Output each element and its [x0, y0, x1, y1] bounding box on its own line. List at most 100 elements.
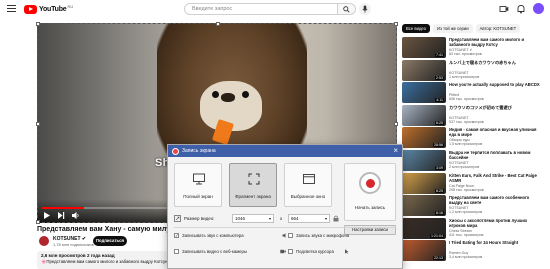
search-icon: [343, 6, 350, 13]
height-input[interactable]: 664 ▾: [288, 214, 330, 223]
recommendation-item[interactable]: 4:11 How you're actually supposed to play…: [402, 82, 548, 104]
account-avatar[interactable]: [533, 3, 544, 14]
video-duration: 8:25: [435, 188, 444, 193]
notifications-bell-icon[interactable]: [516, 4, 526, 14]
option-label: Запись звука с микрофона: [296, 233, 350, 238]
mode-label: Фрагмент экрана: [235, 194, 271, 199]
video-duration: 1:21:04: [430, 233, 444, 238]
video-thumbnail[interactable]: 4:11: [402, 82, 446, 104]
recommendation-views: 1,5 млн просмотров: [449, 142, 483, 147]
play-icon[interactable]: [43, 211, 51, 220]
chip-same-series[interactable]: Из той же серии: [433, 24, 473, 33]
video-thumbnail[interactable]: 22:13: [402, 240, 446, 262]
start-recording-label: Начать запись: [354, 205, 386, 210]
create-video-icon[interactable]: [499, 4, 509, 14]
video-thumbnail[interactable]: 6:25: [402, 104, 446, 126]
video-duration: 2:53: [435, 75, 444, 80]
region-select-icon: [248, 173, 260, 185]
youtube-logo[interactable]: YouTube RU: [24, 4, 73, 14]
video-size-row: Размер видео: 1046 ▾ x 664 ▾: [174, 214, 339, 224]
video-duration: 8:16: [435, 211, 444, 216]
mode-label: Полный экран: [183, 194, 213, 199]
checkbox[interactable]: ✓: [174, 233, 179, 238]
chevron-down-icon: ▾: [268, 216, 271, 221]
recommendation-item[interactable]: 8:25 Kitten Ears, Falk And Strike - Best …: [402, 172, 548, 194]
recommendation-title[interactable]: Представляем вам самого особенного выдру…: [449, 195, 543, 205]
recommendation-title[interactable]: Kitten Ears, Falk And Strike - Best Cat …: [449, 173, 543, 183]
video-thumbnail[interactable]: 8:16: [402, 195, 446, 217]
monitor-icon: [193, 173, 205, 185]
recommendation-item[interactable]: 22:13 I Tried Eating for 24 Hours Straigh…: [402, 240, 548, 262]
dialog-title-bar[interactable]: Запись экрана ×: [168, 145, 402, 157]
option-label: Подсветка курсора: [296, 249, 334, 254]
checkbox[interactable]: [174, 249, 179, 254]
recommendation-views: 836 тыс. просмотров: [449, 97, 484, 102]
recommendation-item[interactable]: 3:09 Выдра не терпится поплавать в новом …: [402, 150, 548, 171]
size-separator: x: [280, 216, 283, 221]
video-duration: 22:13: [433, 256, 444, 261]
width-value: 1046: [235, 216, 246, 221]
video-thumbnail[interactable]: 8:25: [402, 172, 446, 194]
next-icon[interactable]: [57, 211, 65, 220]
video-thumbnail[interactable]: 1:21:04: [402, 217, 446, 239]
recommendation-title[interactable]: Хиосы с аксолотлями против лучших игроко…: [449, 218, 543, 228]
subscriber-count: 1,78 млн подписчиков: [53, 242, 94, 247]
volume-icon[interactable]: [71, 211, 80, 220]
recorder-app-icon: [172, 147, 179, 155]
channel-avatar[interactable]: [39, 236, 49, 246]
screen-recorder-dialog: Запись экрана × Полный экран Фрагмент эк…: [167, 144, 403, 269]
video-thumbnail[interactable]: 2:53: [402, 59, 446, 81]
recommendation-title[interactable]: How you're actually supposed to play ABC…: [449, 82, 543, 87]
width-input[interactable]: 1046 ▾: [232, 214, 274, 223]
mode-full-screen[interactable]: Полный экран: [174, 163, 222, 207]
chip-all-videos[interactable]: Все видео: [402, 24, 431, 33]
video-size-label: Размер видео:: [184, 216, 215, 221]
menu-icon[interactable]: [7, 5, 16, 13]
description-text: 🌸Представляем вам самого милого и забавн…: [41, 259, 176, 264]
search-input[interactable]: Введите запрос: [184, 3, 338, 15]
video-thumbnail[interactable]: 3:09: [402, 150, 446, 171]
window-icon: [303, 174, 315, 184]
option-label: Записывать звук с компьютера: [182, 233, 244, 238]
recommendation-item[interactable]: 6:25 カワウソのコツメが初めて雪遊び KOTSUNET 537 тыс. прос…: [402, 104, 548, 126]
recommendation-title[interactable]: I Tried Eating for 24 Hours Straight: [449, 240, 543, 245]
recommendation-title[interactable]: Индия - самая опасная и вкусная уличная …: [449, 127, 543, 137]
option-label: Записывать видео с веб-камеры: [182, 249, 248, 254]
subscribe-button[interactable]: Подписаться: [93, 236, 127, 246]
logo-country: RU: [67, 4, 74, 9]
progress-fill: [42, 207, 84, 209]
search-button[interactable]: [338, 3, 356, 15]
recommendation-title[interactable]: ルンバ上で寝るカワウソの赤ちゃん: [449, 60, 543, 65]
aspect-lock-icon[interactable]: [333, 215, 339, 222]
video-duration: 7:41: [435, 53, 444, 57]
description-stats: 2,6 млн просмотров 2 года назад: [41, 253, 115, 258]
recommendation-item[interactable]: 2:53 ルンバ上で寝るカワウソの赤ちゃん KOTSUNET 1 млн просмо…: [402, 59, 548, 81]
mode-selected-window[interactable]: Выбранное окно: [284, 163, 332, 207]
recommendation-item[interactable]: 7:41 Представляем вам самого милого и заб…: [402, 37, 548, 58]
checkbox[interactable]: [288, 233, 293, 238]
microphone-icon: [362, 5, 368, 13]
mode-label: Выбранное окно: [290, 194, 326, 199]
chip-author[interactable]: Автор: KOTSUNET: [475, 24, 521, 33]
otter-nose: [221, 93, 235, 102]
recommendation-item[interactable]: 8:16 Представляем вам самого особенного в…: [402, 195, 548, 217]
video-thumbnail[interactable]: 28:56: [402, 127, 446, 149]
recommendation-views: 2 млн просмотров: [449, 165, 480, 169]
recommendation-title[interactable]: Представляем вам самого милого и забавно…: [449, 37, 543, 47]
close-icon[interactable]: ×: [393, 146, 398, 156]
recommendation-item[interactable]: 28:56 Индия - самая опасная и вкусная ули…: [402, 127, 548, 149]
video-thumbnail[interactable]: 7:41: [402, 37, 446, 58]
mode-screen-fragment[interactable]: Фрагмент экрана: [229, 163, 277, 207]
logo-text: YouTube: [39, 5, 67, 13]
chevron-down-icon: ▾: [324, 216, 327, 221]
height-value: 664: [291, 216, 299, 221]
otter-eye-right: [242, 91, 249, 98]
recommendation-title[interactable]: カワウソのコツメが初めて雪遊び: [449, 105, 543, 110]
record-icon: [359, 172, 381, 194]
recommendation-title[interactable]: Выдра не терпится поплавать в новом басс…: [449, 150, 543, 160]
recommendation-item[interactable]: 1:21:04 Хиосы с аксолотлями против лучших…: [402, 217, 548, 239]
recommendation-views: 3,4 млн просмотров: [449, 255, 483, 260]
voice-search-button[interactable]: [359, 3, 371, 15]
start-recording-button[interactable]: Начать запись: [344, 163, 396, 221]
checkbox[interactable]: [288, 249, 293, 254]
